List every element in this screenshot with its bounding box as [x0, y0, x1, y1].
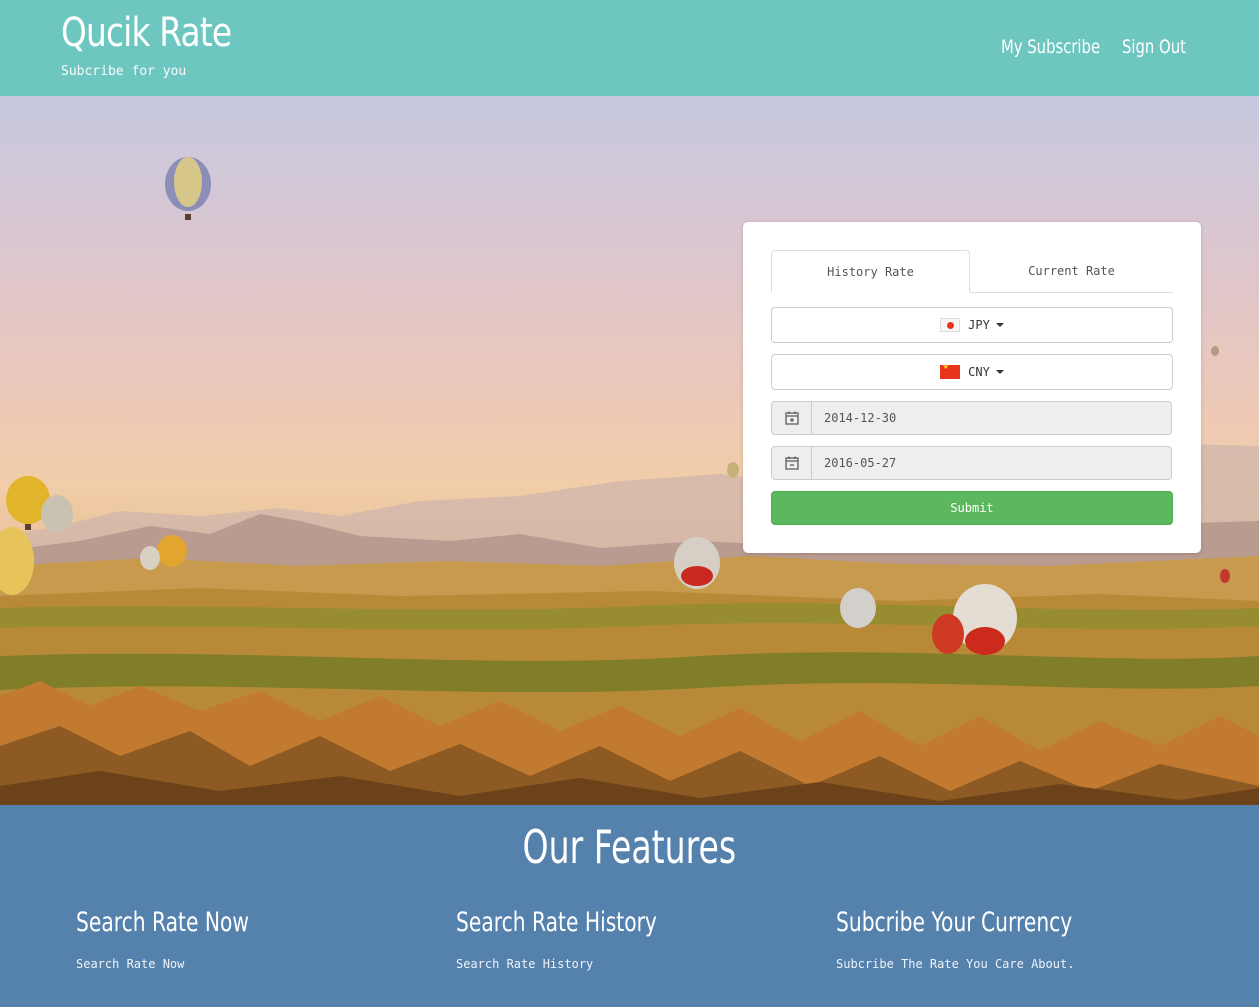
tab-history-rate[interactable]: History Rate [771, 250, 970, 293]
feature-title: Subcribe Your Currency [836, 907, 1073, 938]
calendar-minus-icon[interactable] [772, 447, 812, 479]
feature-item: Subcribe Your Currency Subcribe The Rate… [836, 905, 1216, 973]
feature-text: Subcribe The Rate You Care About. [836, 957, 1075, 971]
balloon-13 [1220, 569, 1230, 583]
feature-title: Search Rate History [456, 907, 657, 938]
end-date-input[interactable] [812, 447, 1171, 479]
to-currency-select[interactable]: CNY [771, 354, 1173, 390]
to-currency-code: CNY [968, 365, 990, 379]
feature-title: Search Rate Now [76, 907, 249, 938]
balloon-3 [41, 495, 73, 533]
balloon-1 [165, 157, 211, 220]
from-currency-code: JPY [968, 318, 990, 332]
rate-search-panel: History Rate Current Rate JPY CNY Submit [743, 222, 1201, 553]
feature-item: Search Rate History Search Rate History [456, 905, 836, 973]
nav-my-subscribe-link[interactable]: My Subscribe [1001, 33, 1100, 61]
top-navbar: Qucik Rate Subcribe for you My Subscribe… [0, 0, 1259, 96]
balloon-7 [674, 537, 720, 589]
brand-subtitle: Subcribe for you [61, 64, 187, 79]
china-flag-icon [940, 362, 961, 379]
feature-text: Search Rate Now [76, 957, 185, 971]
caret-down-icon [995, 323, 1004, 327]
caret-down-icon [995, 370, 1004, 374]
japan-flag-icon [940, 318, 961, 332]
features-section: Our Features Search Rate Now Search Rate… [0, 805, 1259, 1007]
brand-title[interactable]: Qucik Rate [61, 8, 232, 58]
nav-sign-out-link[interactable]: Sign Out [1122, 33, 1186, 61]
balloon-9 [840, 588, 876, 628]
balloon-8 [727, 462, 739, 478]
balloon-5 [157, 535, 187, 567]
rate-tabs: History Rate Current Rate [771, 250, 1173, 293]
balloon-12 [1211, 346, 1219, 356]
start-date-group [771, 401, 1172, 435]
feature-item: Search Rate Now Search Rate Now [76, 905, 456, 973]
tab-current-rate[interactable]: Current Rate [970, 250, 1173, 292]
end-date-group [771, 446, 1172, 480]
balloon-11 [932, 614, 964, 654]
start-date-input[interactable] [812, 402, 1171, 434]
calendar-plus-icon[interactable] [772, 402, 812, 434]
from-currency-select[interactable]: JPY [771, 307, 1173, 343]
features-title: Our Features [522, 820, 737, 874]
submit-button[interactable]: Submit [771, 491, 1173, 525]
balloon-6 [140, 546, 160, 570]
feature-text: Search Rate History [456, 957, 594, 971]
